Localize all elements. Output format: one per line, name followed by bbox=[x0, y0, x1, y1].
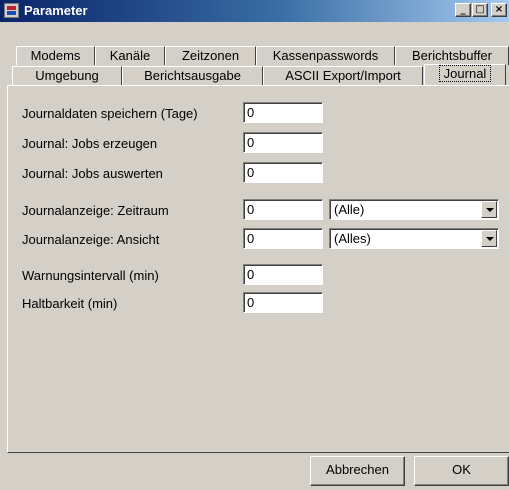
label-journalanzeige-zeitraum: Journalanzeige: Zeitraum bbox=[22, 203, 169, 218]
close-button[interactable]: × bbox=[491, 3, 507, 17]
haltbarkeit-input[interactable]: 0 bbox=[243, 292, 323, 313]
title-bar[interactable]: Parameter _ □ × bbox=[0, 0, 509, 22]
maximize-button[interactable]: □ bbox=[472, 3, 488, 17]
tab-journal-label: Journal bbox=[438, 65, 492, 82]
label-jobs-erzeugen: Journal: Jobs erzeugen bbox=[22, 136, 158, 151]
label-jobs-auswerten: Journal: Jobs auswerten bbox=[22, 166, 163, 181]
ok-button[interactable]: OK bbox=[414, 456, 509, 486]
tab-zeitzonen[interactable]: Zeitzonen bbox=[165, 46, 256, 65]
zeitraum-select[interactable]: (Alle) bbox=[329, 199, 499, 220]
tab-berichtsbuffer[interactable]: Berichtsbuffer bbox=[395, 46, 509, 65]
zeitraum-select-value: (Alle) bbox=[334, 202, 365, 217]
journaldaten-speichern-input[interactable]: 0 bbox=[243, 102, 323, 123]
chevron-down-icon[interactable] bbox=[481, 230, 497, 247]
tab-umgebung[interactable]: Umgebung bbox=[12, 66, 122, 85]
label-haltbarkeit: Haltbarkeit (min) bbox=[22, 296, 118, 311]
jobs-erzeugen-input[interactable]: 0 bbox=[243, 132, 323, 153]
jobs-auswerten-input[interactable]: 0 bbox=[243, 162, 323, 183]
journalanzeige-ansicht-input[interactable]: 0 bbox=[243, 228, 323, 249]
label-journalanzeige-ansicht: Journalanzeige: Ansicht bbox=[22, 232, 160, 247]
ansicht-select[interactable]: (Alles) bbox=[329, 228, 499, 249]
tab-berichtsausgabe[interactable]: Berichtsausgabe bbox=[122, 66, 263, 85]
chevron-down-icon[interactable] bbox=[481, 201, 497, 218]
journalanzeige-zeitraum-input[interactable]: 0 bbox=[243, 199, 323, 220]
ansicht-select-value: (Alles) bbox=[334, 231, 371, 246]
window-title: Parameter bbox=[24, 3, 88, 18]
app-icon bbox=[4, 3, 19, 18]
label-journaldaten-speichern: Journaldaten speichern (Tage) bbox=[22, 106, 198, 121]
minimize-button[interactable]: _ bbox=[455, 3, 471, 17]
tab-ascii-export-import[interactable]: ASCII Export/Import bbox=[263, 66, 423, 85]
tab-journal[interactable]: Journal bbox=[424, 64, 506, 86]
tab-kanaele[interactable]: Kanäle bbox=[95, 46, 165, 65]
warnungsintervall-input[interactable]: 0 bbox=[243, 264, 323, 285]
tab-kassenpasswords[interactable]: Kassenpasswords bbox=[256, 46, 395, 65]
tab-modems[interactable]: Modems bbox=[16, 46, 95, 65]
label-warnungsintervall: Warnungsintervall (min) bbox=[22, 268, 159, 283]
cancel-button[interactable]: Abbrechen bbox=[310, 456, 405, 486]
